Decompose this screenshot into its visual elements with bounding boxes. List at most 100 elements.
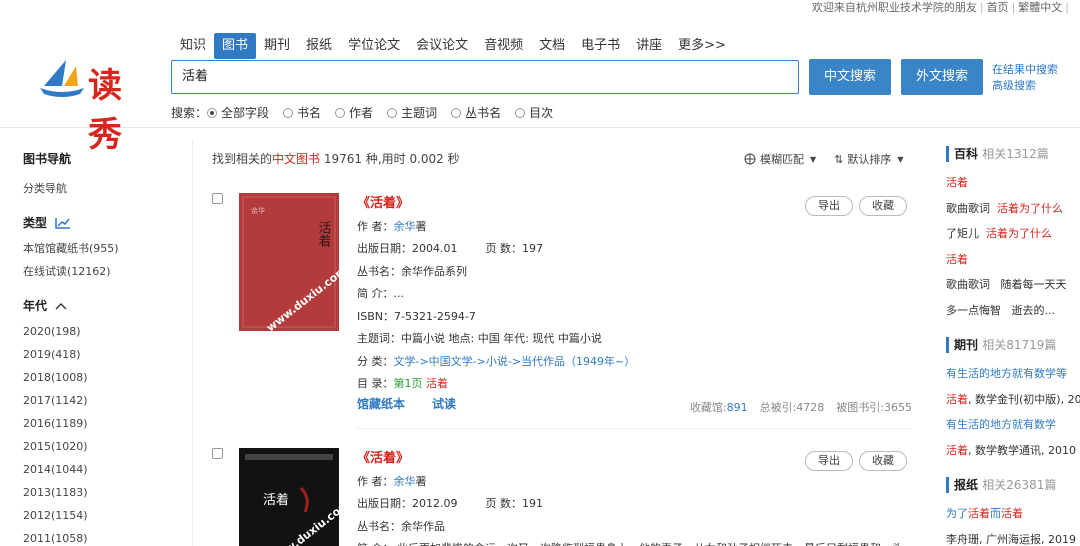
tab-ebooks[interactable]: 电子书 [573,33,628,59]
book-toc: 目 录：第1页 活着 [357,377,448,390]
related-item[interactable]: 活着 [946,247,1080,273]
svg-text:余华: 余华 [251,206,265,215]
match-mode-dropdown[interactable]: 模糊匹配 ▼ [744,151,816,167]
result-summary: 找到相关的中文图书 19761 种,用时 0.002 秒 [212,152,460,166]
facet-item-online-preview[interactable]: 在线试读(12162) [23,260,173,283]
book-series: 丛书名：余华作品系列 [357,264,467,278]
option-author[interactable]: 作者 [335,104,373,121]
related-item[interactable]: 为了活着而活着 [946,501,1080,527]
related-item[interactable]: 有生活的地方就有数学 [946,412,1080,438]
book-stats: 收藏馆:891 总被引:4728 被图书引:3655 [689,401,912,414]
book-subject: 主题词：中篇小说 地点: 中国 年代: 现代 中篇小说 [357,332,602,345]
holdings-count[interactable]: 891 [727,401,748,414]
chart-icon[interactable] [55,217,71,229]
facet-sidebar: 图书导航 分类导航 类型 本馆馆藏纸书(955) 在线试读(12162) 年代 … [23,150,173,546]
related-item[interactable]: 了矩儿 活着为了什么 [946,221,1080,247]
select-checkbox[interactable] [212,193,223,204]
related-item[interactable]: 歌曲歌词 随着每一天天 [946,272,1080,298]
category-link[interactable]: 文学->中国文学->小说->当代作品（1949年~） [394,355,636,368]
export-button[interactable]: 导出 [805,196,853,216]
sail-logo-icon [40,60,84,97]
author-link[interactable]: 余华 [394,475,416,488]
facet-item-year[interactable]: 2011(1058) [23,527,173,546]
tab-audio-video[interactable]: 音视频 [476,33,531,59]
search-input[interactable]: 活着 [171,60,799,94]
export-button[interactable]: 导出 [805,451,853,471]
tab-newspapers[interactable]: 报纸 [298,33,340,59]
facet-item-library-paper[interactable]: 本馆馆藏纸书(955) [23,237,173,260]
radio-icon[interactable] [283,107,294,118]
related-item[interactable]: 李舟珊, 广州海运报, 2019 [946,527,1080,546]
related-item[interactable]: 活着, 数学教学通讯, 2010 [946,438,1080,464]
tab-theses[interactable]: 学位论文 [340,33,408,59]
option-toc[interactable]: 目次 [515,104,553,121]
chevron-up-icon[interactable] [55,302,67,310]
facet-item-year[interactable]: 2012(1154) [23,504,173,527]
facet-item-year[interactable]: 2016(1189) [23,412,173,435]
baike-header[interactable]: 百科 相关1312篇 [946,146,1080,162]
radio-icon[interactable] [515,107,526,118]
related-item[interactable]: 有生活的地方就有数学等 [946,361,1080,387]
related-item[interactable]: 活着 [946,170,1080,196]
option-title[interactable]: 书名 [283,104,321,121]
radio-icon[interactable] [387,107,398,118]
related-item[interactable]: 多一点悔智 逝去的... [946,298,1080,324]
header: 读秀 知识 图书 期刊 报纸 学位论文 会议论文 音视频 文档 电子书 讲座 更… [0,18,1080,155]
result-separator [357,428,912,429]
option-subject[interactable]: 主题词 [387,104,437,121]
tab-conference-papers[interactable]: 会议论文 [408,33,476,59]
facet-item-year[interactable]: 2017(1142) [23,389,173,412]
journal-header[interactable]: 期刊 相关81719篇 [946,337,1080,353]
advanced-search-link[interactable]: 高级搜索 [992,78,1058,94]
book-cover[interactable]: 活着 www.duxiu.com [239,448,352,546]
newspaper-header[interactable]: 报纸 相关26381篇 [946,477,1080,493]
book-isbn: ISBN：7-5321-2594-7 [357,309,476,323]
facet-item-year[interactable]: 2018(1008) [23,366,173,389]
favorite-button[interactable]: 收藏 [859,196,907,216]
book-actions: 导出 收藏 [805,451,907,471]
library-paper-link[interactable]: 馆藏纸本 [357,395,405,412]
search-in-results-link[interactable]: 在结果中搜索 [992,62,1058,78]
book-cover[interactable]: 活着 余华 www.duxiu.com [239,193,349,334]
book-date-pages: 出版日期：2012.09 页 数：191 [357,497,543,510]
top-bar: 欢迎来自杭州职业技术学院的朋友 | 首页 | 繁體中文 | [811,1,1069,14]
home-link[interactable]: 首页 [987,1,1009,14]
related-item[interactable]: 歌曲歌词 活着为了什么 [946,196,1080,222]
tab-more[interactable]: 更多>> [670,33,734,59]
facet-item-year[interactable]: 2013(1183) [23,481,173,504]
related-item[interactable]: 活着, 数学金刊(初中版), 201 [946,387,1080,413]
category-nav-link[interactable]: 分类导航 [23,177,173,200]
book-author: 作 者：余华著 [357,474,427,488]
radio-icon[interactable] [451,107,462,118]
option-all-fields[interactable]: 全部字段 [207,104,269,121]
logo-text: 读秀 [88,66,124,155]
traditional-chinese-link[interactable]: 繁體中文 [1018,1,1062,14]
favorite-button[interactable]: 收藏 [859,451,907,471]
tab-lectures[interactable]: 讲座 [628,33,670,59]
sort-icon: ⇅ [834,152,844,166]
chinese-search-button[interactable]: 中文搜索 [809,59,891,95]
radio-icon[interactable] [335,107,346,118]
toc-page-link[interactable]: 第1页 [394,377,423,390]
tab-journals[interactable]: 期刊 [256,33,298,59]
logo[interactable]: 读秀 [36,52,156,155]
tab-books[interactable]: 图书 [214,33,257,59]
category-tabs: 知识 图书 期刊 报纸 学位论文 会议论文 音视频 文档 电子书 讲座 更多>> [172,33,734,59]
facet-item-year[interactable]: 2020(198) [23,320,173,343]
option-series[interactable]: 丛书名 [451,104,501,121]
select-checkbox[interactable] [212,448,223,459]
foreign-search-button[interactable]: 外文搜索 [901,59,983,95]
facet-item-year[interactable]: 2019(418) [23,343,173,366]
radio-selected-icon[interactable] [207,107,218,118]
book-category: 分 类：文学->中国文学->小说->当代作品（1949年~） [357,354,636,368]
year-facet-title[interactable]: 年代 [23,297,173,314]
facet-item-year[interactable]: 2015(1020) [23,435,173,458]
tab-knowledge[interactable]: 知识 [172,33,214,59]
tab-documents[interactable]: 文档 [531,33,573,59]
sort-dropdown[interactable]: ⇅ 默认排序 ▼ [834,151,903,167]
type-facet-title: 类型 [23,214,173,231]
facet-item-year[interactable]: 2014(1044) [23,458,173,481]
author-link[interactable]: 余华 [394,220,416,233]
try-read-link[interactable]: 试读 [432,395,456,412]
svg-text:活着: 活着 [316,221,332,248]
